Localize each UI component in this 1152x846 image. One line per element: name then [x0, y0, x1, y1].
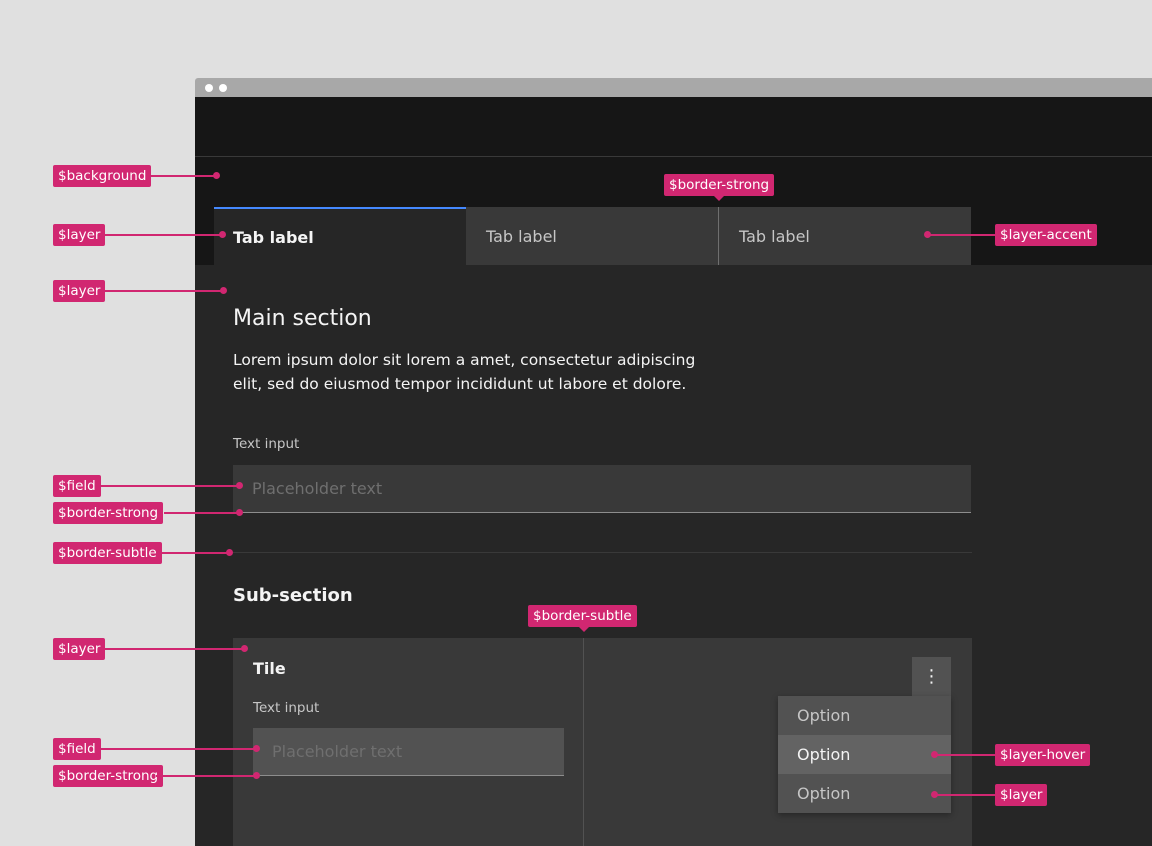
browser-title-bar: [195, 78, 1152, 97]
tab-divider: [718, 207, 719, 265]
annotation-leader: [105, 290, 223, 292]
window-dot-icon: [219, 84, 227, 92]
annotation-layer-accent: $layer-accent: [995, 224, 1097, 246]
annotation-leader: [928, 234, 996, 236]
annotation-pin: [213, 172, 220, 179]
menu-option-label: Option: [797, 706, 851, 725]
annotation-border-strong-main: $border-strong: [53, 502, 164, 524]
menu-option[interactable]: Option: [778, 774, 951, 813]
menu-option-label: Option: [797, 784, 851, 803]
annotation-layer-tab: $layer: [53, 224, 106, 246]
annotation-layer-hover: $layer-hover: [995, 744, 1091, 766]
annotation-pin: [236, 509, 243, 516]
app-header: [195, 97, 1152, 157]
text-input-label: Text input: [233, 436, 300, 452]
main-section-body: Lorem ipsum dolor sit lorem a amet, cons…: [233, 351, 696, 393]
menu-option-label: Option: [797, 745, 851, 764]
annotation-leader: [150, 175, 216, 177]
overflow-menu: Option Option Option: [778, 696, 951, 813]
annotation-leader: [105, 648, 245, 650]
annotation-pin: [236, 482, 243, 489]
annotation-border-subtle-main: $border-subtle: [53, 542, 162, 564]
annotation-pin: [241, 645, 248, 652]
annotation-leader: [156, 775, 257, 777]
annotation-leader: [101, 485, 241, 487]
annotation-layer-tile: $layer: [53, 638, 106, 660]
overflow-menu-button[interactable]: ⋮: [912, 657, 951, 696]
annotation-pin: [220, 287, 227, 294]
annotation-leader: [97, 748, 257, 750]
tab-1[interactable]: Tab label: [214, 207, 466, 265]
annotation-pin: [253, 745, 260, 752]
annotation-border-subtle-tile: $border-subtle: [528, 605, 637, 627]
tab-label: Tab label: [486, 226, 557, 246]
tile-title: Tile: [253, 659, 286, 678]
tab-2[interactable]: Tab label: [466, 207, 718, 265]
tile-input-label: Text input: [253, 700, 320, 716]
overflow-menu-icon: ⋮: [922, 666, 941, 687]
annotation-layer-main: $layer: [53, 280, 106, 302]
annotation-leader: [162, 552, 230, 554]
annotation-field-main: $field: [53, 475, 101, 497]
annotation-layer-menu: $layer: [995, 784, 1048, 806]
tab-label: Tab label: [739, 226, 810, 246]
main-section-title: Main section: [233, 306, 372, 331]
annotation-background: $background: [53, 165, 152, 187]
main-text-input[interactable]: [233, 465, 971, 513]
annotation-pin: [226, 549, 233, 556]
sub-section-title: Sub-section: [233, 585, 353, 606]
annotation-pin: [219, 231, 226, 238]
annotation-border-strong-tile: $border-strong: [53, 765, 164, 787]
annotation-leader: [164, 512, 241, 514]
annotation-leader: [105, 234, 223, 236]
window-dot-icon: [205, 84, 213, 92]
tab-3[interactable]: Tab label: [719, 207, 971, 265]
tab-label: Tab label: [233, 227, 314, 247]
annotation-leader: [935, 794, 996, 796]
annotation-border-strong-tab: $border-strong: [664, 174, 775, 196]
menu-option-hovered[interactable]: Option: [778, 735, 951, 774]
annotation-leader: [935, 754, 996, 756]
annotation-arrow: [579, 627, 589, 632]
annotation-arrow: [714, 196, 724, 201]
tile-text-input[interactable]: [253, 728, 564, 776]
annotation-pin: [253, 772, 260, 779]
menu-option[interactable]: Option: [778, 696, 951, 735]
annotation-field-tile: $field: [53, 738, 101, 760]
section-divider: [233, 552, 972, 553]
